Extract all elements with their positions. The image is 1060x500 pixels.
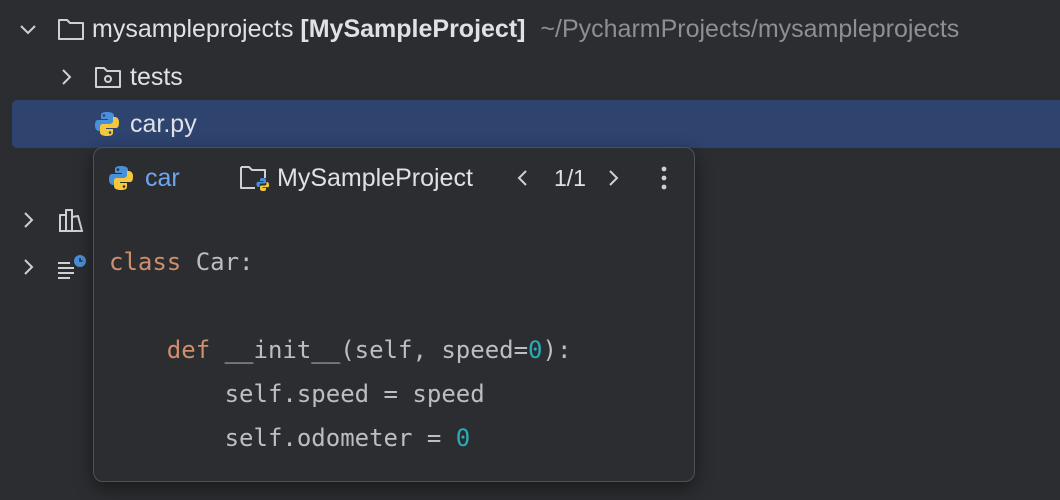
tree-root-row[interactable]: mysampleprojects [MySampleProject] ~/Pyc… [0,5,1060,53]
chevron-right-icon[interactable] [54,65,78,89]
tree-item-label: car.py [130,109,197,138]
chevron-down-icon[interactable] [16,17,40,41]
popup-counter: 1/1 [554,164,586,191]
code-preview: class Car:​ def __init__(self, speed=0):… [109,240,571,460]
popup-project-name: MySampleProject [277,163,473,192]
code-line: ​ [109,284,571,328]
code-text: self.speed = speed [109,380,485,408]
scratches-and-consoles-icon [56,252,88,282]
popup-symbol-link[interactable]: car [145,148,180,208]
python-file-icon [92,109,122,139]
code-line: self.speed = speed [109,372,571,416]
chevron-right-icon[interactable] [16,255,40,279]
more-options-icon[interactable] [652,164,676,192]
test-folder-icon [93,62,123,92]
code-line: class Car: [109,240,571,284]
root-module-name: [MySampleProject] [300,14,526,43]
code-number: 0 [455,424,471,452]
code-text: ): [542,336,572,364]
tree-root-label: mysampleprojects [MySampleProject] ~/Pyc… [92,15,959,44]
folder-icon [56,14,86,44]
tree-item-label: tests [130,62,183,91]
root-path: ~/PycharmProjects/mysampleprojects [540,14,960,43]
code-text: Car: [181,248,254,276]
project-folder-icon [238,163,270,193]
tree-item-tests[interactable]: tests [0,53,1060,101]
chevron-right-icon[interactable] [16,208,40,232]
root-folder-name: mysampleprojects [92,14,294,43]
popup-header: car MySampleProject 1/1 [94,148,694,208]
code-keyword: class [109,248,182,276]
code-text: __init__(self, speed= [210,336,529,364]
next-icon[interactable] [601,166,625,190]
code-line: self.odometer = 0 [109,416,571,460]
tree-item-car-py[interactable]: car.py [12,100,1060,148]
previous-icon[interactable] [511,166,535,190]
code-number: 0 [528,336,543,364]
quick-definition-popup: car MySampleProject 1/1 class Car:​ def … [93,147,695,482]
external-libraries-icon [56,205,86,235]
code-line: def __init__(self, speed=0): [109,328,572,372]
code-keyword: def [166,336,211,364]
python-file-icon [106,163,136,193]
code-text: self.odometer = [109,424,456,452]
